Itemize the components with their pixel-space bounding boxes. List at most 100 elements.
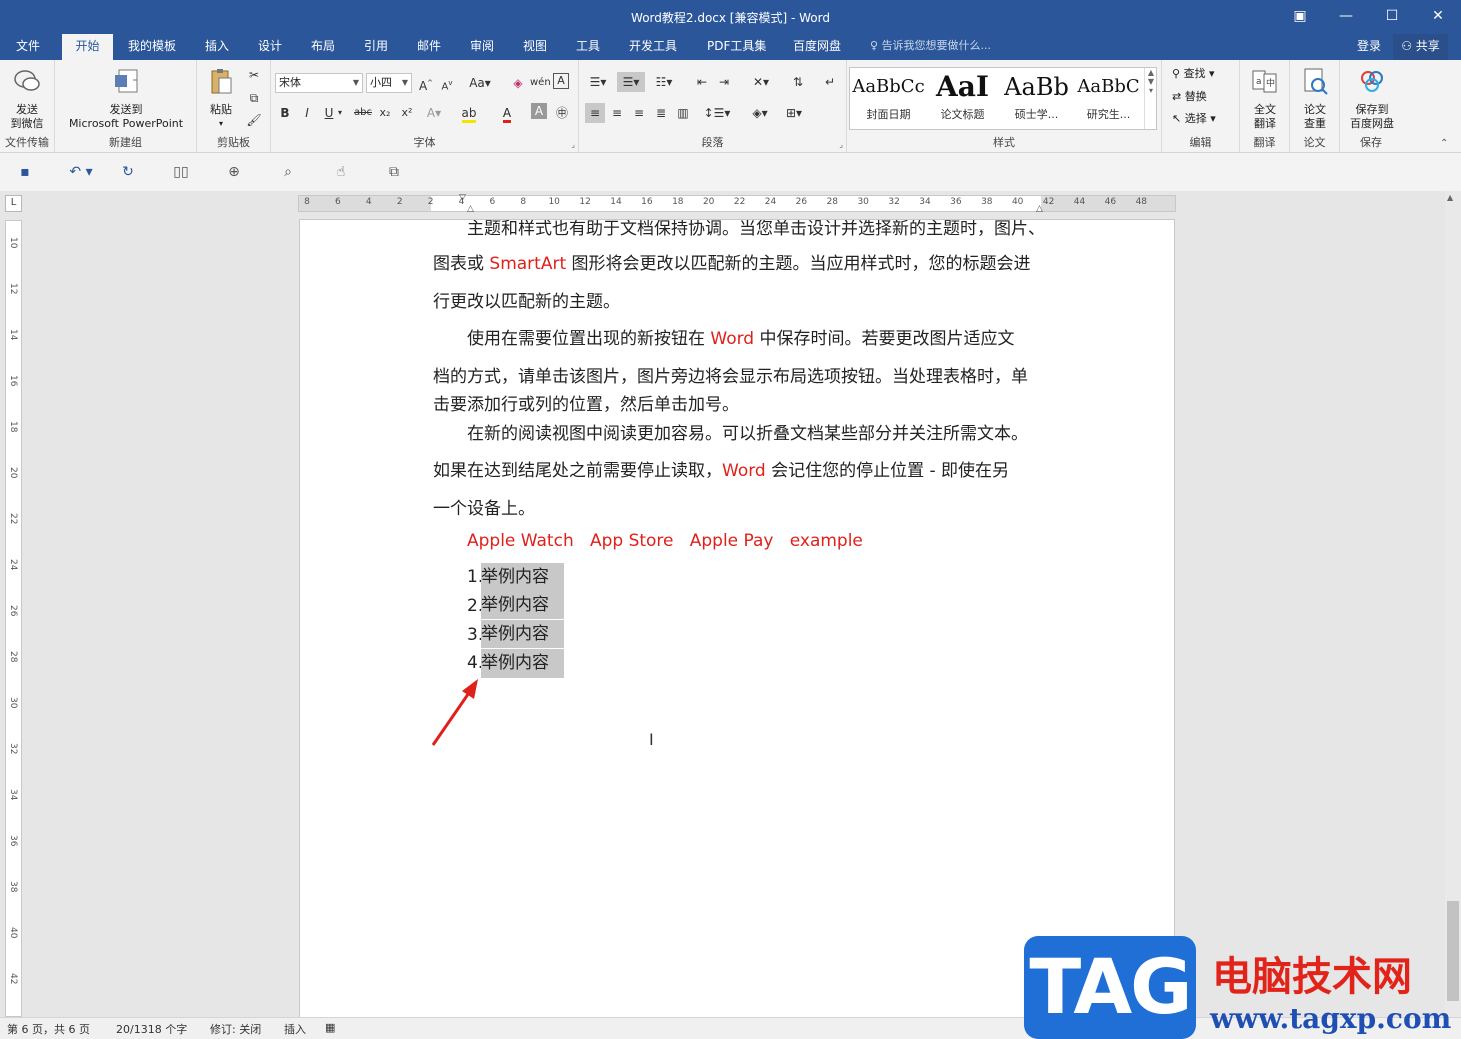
right-indent-marker[interactable]: △ — [1036, 204, 1043, 214]
copy-icon[interactable]: ⧉ — [244, 88, 264, 108]
borders-icon[interactable]: ⊞▾ — [780, 103, 808, 123]
font-name-combo[interactable]: 宋体 ▼ — [275, 73, 363, 93]
tab-view[interactable]: 视图 — [516, 34, 554, 60]
cut-icon[interactable]: ✂ — [244, 65, 264, 85]
character-border-icon[interactable]: A — [553, 73, 569, 89]
paste-button[interactable]: 粘贴 ▾ — [203, 66, 239, 131]
close-button[interactable]: ✕ — [1415, 0, 1461, 34]
insert-mode-status[interactable]: 插入 — [284, 1021, 306, 1037]
tab-file[interactable]: 文件 — [9, 34, 47, 60]
change-case-icon[interactable]: Aa▾ — [466, 73, 494, 93]
clear-formatting-icon[interactable]: ◈ — [508, 73, 528, 93]
format-painter-icon[interactable]: 🖌 — [244, 110, 264, 130]
collapse-ribbon-icon[interactable]: ⌃ — [1440, 138, 1448, 149]
send-to-powerpoint-button[interactable]: 发送到 Microsoft PowerPoint — [60, 66, 192, 131]
enclose-characters-icon[interactable]: ㊥ — [552, 103, 572, 123]
chinese-layout-icon[interactable]: ✕▾ — [748, 72, 774, 92]
first-line-indent-marker[interactable]: ▽ — [459, 193, 466, 203]
italic-icon[interactable]: I — [297, 103, 317, 123]
font-size-combo[interactable]: 小四 ▼ — [366, 73, 412, 93]
minimize-button[interactable]: — — [1323, 0, 1369, 34]
select-button[interactable]: ↖ 选择 ▾ — [1172, 109, 1216, 129]
tell-me-box[interactable]: ♀ 告诉我您想要做什么... — [870, 34, 991, 60]
dialog-launcher-icon[interactable]: ⌟ — [571, 140, 575, 149]
decrease-indent-icon[interactable]: ⇤ — [692, 72, 712, 92]
list-item-text[interactable]: 举例内容 — [481, 649, 564, 678]
customize-icon[interactable]: ⧉ — [384, 162, 404, 182]
track-changes-status[interactable]: 修订: 关闭 — [210, 1021, 261, 1037]
text-effects-icon[interactable]: A▾ — [424, 103, 444, 123]
tab-design[interactable]: 设计 — [251, 34, 289, 60]
redo-icon[interactable]: ↻ — [118, 162, 138, 182]
hanging-indent-marker[interactable]: △ — [467, 204, 474, 214]
print-preview-icon[interactable]: ⌕ — [278, 162, 298, 182]
tab-baidu-netdisk[interactable]: 百度网盘 — [786, 34, 848, 60]
shading-icon[interactable]: ◈▾ — [746, 103, 774, 123]
tab-tools[interactable]: 工具 — [569, 34, 607, 60]
styles-scroll[interactable]: ▲ ▼ ▾ — [1144, 68, 1157, 129]
line-spacing-icon[interactable]: ↕☰▾ — [703, 103, 731, 123]
document-page[interactable]: 主题和样式也有助于文档保持协调。当您单击设计并选择新的主题时，图片、 图表或 S… — [300, 220, 1174, 1017]
tab-mailings[interactable]: 邮件 — [410, 34, 448, 60]
tab-pdf-tools[interactable]: PDF工具集 — [700, 34, 773, 60]
multilevel-list-icon[interactable]: ☷▾ — [651, 72, 677, 92]
subscript-icon[interactable]: x₂ — [375, 103, 395, 123]
shrink-font-icon[interactable]: Av — [437, 73, 457, 93]
tab-layout[interactable]: 布局 — [304, 34, 342, 60]
tab-references[interactable]: 引用 — [357, 34, 395, 60]
style-master-thesis[interactable]: AaBb 硕士学... — [1000, 68, 1073, 129]
superscript-icon[interactable]: x² — [397, 103, 417, 123]
word-count[interactable]: 20/1318 个字 — [116, 1021, 187, 1037]
sort-icon[interactable]: ⇅ — [788, 72, 808, 92]
scroll-up-icon[interactable]: ▲ — [1447, 193, 1453, 202]
distributed-icon[interactable]: ▥ — [673, 103, 693, 123]
save-to-baidu-button[interactable]: 保存到 百度网盘 — [1344, 66, 1400, 131]
paper-check-button[interactable]: 论文 查重 — [1294, 66, 1336, 131]
page-count[interactable]: 第 6 页，共 6 页 — [7, 1021, 90, 1037]
tab-home[interactable]: 开始 — [62, 34, 113, 60]
dialog-launcher-icon[interactable]: ⌟ — [839, 140, 843, 149]
tab-my-templates[interactable]: 我的模板 — [121, 34, 183, 60]
maximize-button[interactable]: ☐ — [1369, 0, 1415, 34]
find-button[interactable]: ⚲ 查找 ▾ — [1172, 64, 1215, 84]
align-center-icon[interactable]: ≡ — [607, 103, 627, 123]
bullets-icon[interactable]: ☰▾ — [585, 72, 611, 92]
horizontal-ruler[interactable]: 8 6 4 2 2 4 6 8 10 12 14 16 18 20 22 24 26 28 30 32 34 36 38 40… — [298, 193, 1176, 214]
highlight-icon[interactable]: ab — [459, 103, 479, 123]
vertical-scrollbar[interactable]: ▲ — [1445, 191, 1461, 1017]
full-text-translate-button[interactable]: a中 全文 翻译 — [1244, 66, 1286, 131]
vertical-ruler[interactable]: 10 12 14 16 18 20 22 24 26 28 30 32 34 36 38 40 42 — [5, 220, 22, 1017]
send-to-wechat-button[interactable]: 发送 到微信 — [4, 66, 50, 131]
justify-icon[interactable]: ≣ — [651, 103, 671, 123]
show-marks-icon[interactable]: ↵ — [820, 72, 840, 92]
phonetic-guide-icon[interactable]: wén — [530, 73, 551, 93]
share-button[interactable]: ⚇ 共享 — [1393, 34, 1448, 60]
login-link[interactable]: 登录 — [1357, 34, 1381, 60]
touch-mode-icon[interactable]: ☝ — [331, 162, 351, 182]
align-right-icon[interactable]: ≡ — [629, 103, 649, 123]
undo-icon[interactable]: ↶ ▾ — [64, 162, 98, 182]
tab-insert[interactable]: 插入 — [198, 34, 236, 60]
character-shading-icon[interactable]: A — [531, 103, 547, 119]
grow-font-icon[interactable]: A^ — [416, 73, 436, 93]
underline-dropdown-icon[interactable]: ▾ — [335, 103, 345, 123]
read-mode-icon[interactable]: ▯▯ — [171, 162, 191, 182]
style-paper-title[interactable]: AaI 论文标题 — [926, 68, 999, 129]
tab-review[interactable]: 审阅 — [463, 34, 501, 60]
numbering-icon[interactable]: ☰▾ — [617, 72, 645, 92]
list-item-text[interactable]: 举例内容 — [481, 620, 564, 648]
replace-button[interactable]: ⇄ 替换 — [1172, 87, 1207, 107]
save-icon[interactable]: ▪ — [15, 162, 35, 182]
macro-record-icon[interactable]: ▦ — [325, 1021, 335, 1034]
align-left-icon[interactable]: ≡ — [585, 103, 605, 123]
font-color-icon[interactable]: A — [497, 103, 517, 123]
style-cover-date[interactable]: AaBbCc 封面日期 — [852, 68, 925, 129]
tab-developer[interactable]: 开发工具 — [622, 34, 684, 60]
list-item-text[interactable]: 举例内容 — [481, 563, 564, 591]
list-item-text[interactable]: 举例内容 — [481, 591, 564, 619]
ribbon-display-options-button[interactable]: ▣ — [1277, 0, 1323, 34]
tab-selector[interactable]: L — [5, 195, 22, 212]
strikethrough-icon[interactable]: abc — [353, 103, 373, 123]
style-graduate[interactable]: AaBbC 研究生... — [1072, 68, 1145, 129]
increase-indent-icon[interactable]: ⇥ — [714, 72, 734, 92]
